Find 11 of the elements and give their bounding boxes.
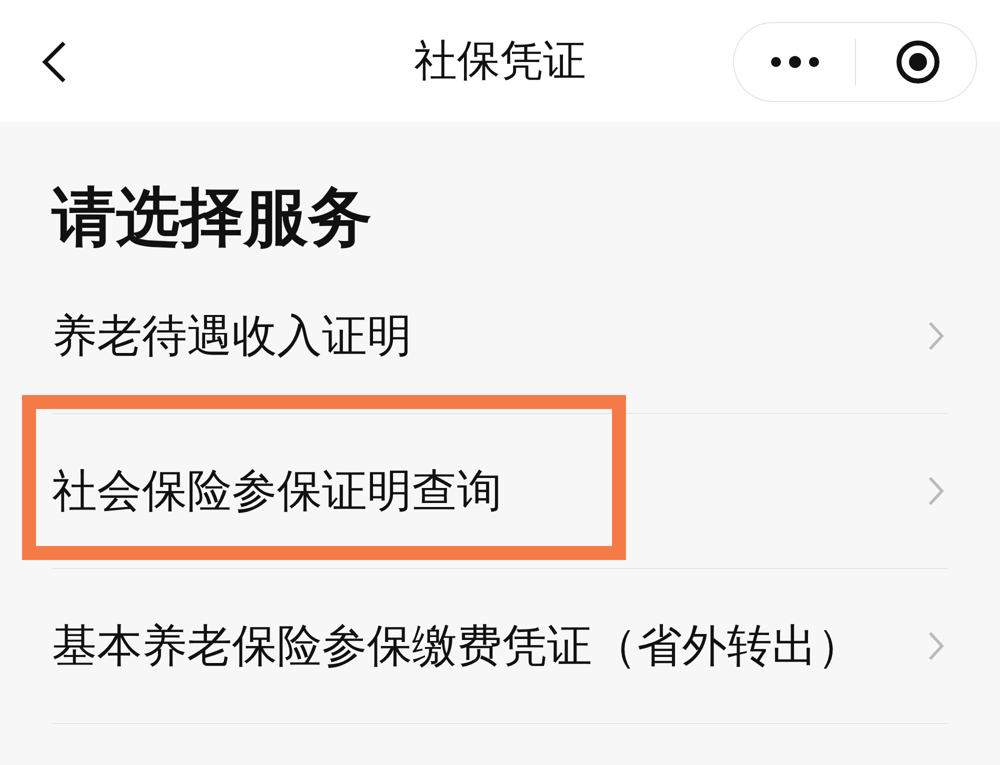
page-title: 社保凭证 [414,36,586,86]
close-target-icon[interactable] [895,39,941,85]
chevron-right-icon [928,631,944,661]
back-icon[interactable] [40,40,68,84]
more-icon[interactable] [770,56,820,68]
chevron-right-icon [928,476,944,506]
chevron-right-icon [928,321,944,351]
section-heading: 请选择服务 [52,182,372,252]
service-item[interactable]: 社会保险参保证明查询 [52,461,502,521]
service-item[interactable]: 养老待遇收入证明 [52,306,412,366]
service-item[interactable]: 基本养老保险参保缴费凭证（省外转出） [52,616,862,676]
